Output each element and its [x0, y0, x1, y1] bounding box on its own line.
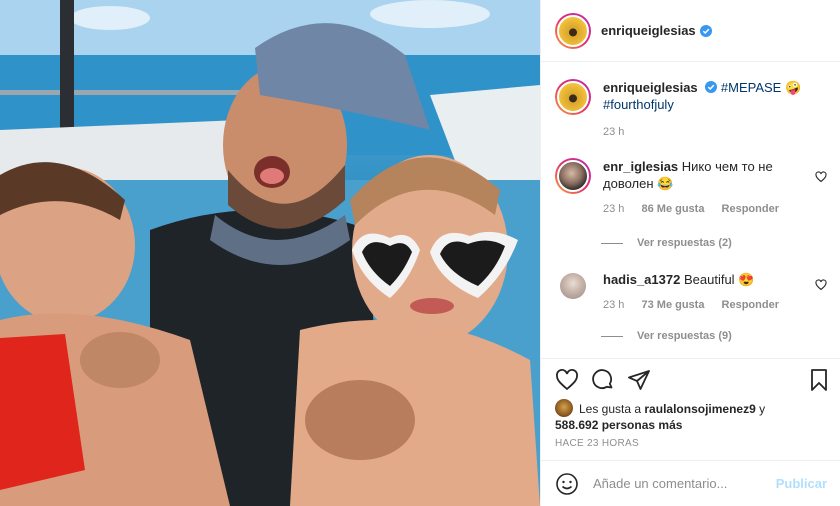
- post-header: enriqueiglesias: [541, 0, 840, 62]
- comment-like-heart-icon[interactable]: [815, 279, 827, 291]
- comment-text: Beautiful 😍: [683, 272, 755, 287]
- save-bookmark-icon[interactable]: [807, 368, 831, 392]
- comment-meta: 23 h 86 Me gusta Responder: [603, 201, 803, 218]
- author-avatar-ring[interactable]: [555, 12, 591, 49]
- emoji-smiley-icon[interactable]: [555, 472, 579, 496]
- likes-summary: Les gusta a raulalonsojimenez9 y 588.692…: [555, 399, 835, 433]
- caption-meta: 23 h: [603, 124, 801, 141]
- comment-input[interactable]: [593, 476, 776, 491]
- photo-illustration: [0, 0, 540, 506]
- view-replies-button[interactable]: Ver respuestas (2): [601, 237, 732, 249]
- boat-rail: [0, 90, 260, 95]
- caption-avatar[interactable]: [557, 81, 589, 113]
- likes-prefix: Les gusta a: [579, 402, 642, 416]
- comments-section: enriqueiglesias #MEPASE 🤪 #fourthofjuly …: [541, 63, 840, 356]
- comment-username[interactable]: hadis_a1372: [603, 272, 680, 287]
- post-timestamp[interactable]: HACE 23 HORAS: [555, 438, 639, 449]
- comment-composer: Publicar: [541, 460, 840, 506]
- comment-username[interactable]: enr_iglesias: [603, 159, 678, 174]
- comment-likes[interactable]: 73 Me gusta: [641, 299, 704, 311]
- comment-time[interactable]: 23 h: [603, 299, 624, 311]
- author-username[interactable]: enriqueiglesias: [601, 23, 696, 38]
- cloud: [70, 6, 150, 30]
- post-side-panel: enriqueiglesias enriqueiglesias #MEPASE …: [540, 0, 840, 506]
- comment-like-heart-icon[interactable]: [815, 171, 827, 183]
- reply-button[interactable]: Responder: [722, 203, 779, 215]
- caption-username[interactable]: enriqueiglesias: [603, 80, 698, 95]
- share-paper-plane-icon[interactable]: [627, 368, 651, 392]
- comment-body: hadis_a1372 Beautiful 😍 23 h 73 Me gusta…: [603, 271, 803, 314]
- replies-divider: [601, 335, 623, 337]
- man-tongue: [260, 168, 284, 184]
- man-hand: [305, 380, 415, 460]
- comment-bubble-icon[interactable]: [591, 368, 615, 392]
- liker-avatar[interactable]: [555, 399, 573, 417]
- caption-time[interactable]: 23 h: [603, 126, 624, 138]
- liker-username[interactable]: raulalonsojimenez9: [644, 402, 755, 416]
- comment-meta: 23 h 73 Me gusta Responder: [603, 297, 803, 314]
- hadis-avatar-image: [560, 273, 586, 299]
- hashtag-fourthofjuly[interactable]: #fourthofjuly: [603, 96, 801, 113]
- instagram-post: enriqueiglesias enriqueiglesias #MEPASE …: [0, 0, 840, 506]
- caption-body: enriqueiglesias #MEPASE 🤪 #fourthofjuly …: [603, 79, 801, 141]
- publish-button[interactable]: Publicar: [776, 476, 827, 491]
- boat-pole: [60, 0, 74, 130]
- comment-avatar-ring[interactable]: [555, 158, 591, 194]
- view-replies-label[interactable]: Ver respuestas (2): [637, 237, 732, 249]
- action-bar: [541, 358, 840, 400]
- verified-badge-icon: [705, 81, 718, 93]
- reply-button[interactable]: Responder: [722, 299, 779, 311]
- right-child-smile: [410, 298, 454, 314]
- comment-item: enr_iglesias Нико чем то не доволен 😂 23…: [555, 158, 827, 218]
- verified-badge-icon: [699, 24, 712, 37]
- man-hand-left: [80, 332, 160, 388]
- post-photo[interactable]: [0, 0, 540, 506]
- caption-avatar-ring[interactable]: [555, 79, 591, 115]
- comment-avatar[interactable]: [557, 160, 589, 192]
- caption: enriqueiglesias #MEPASE 🤪 #fourthofjuly …: [555, 79, 827, 141]
- view-replies-button[interactable]: Ver respuestas (9): [601, 330, 732, 342]
- comment-item: hadis_a1372 Beautiful 😍 23 h 73 Me gusta…: [555, 271, 827, 314]
- comment-avatar[interactable]: [558, 271, 588, 301]
- likes-count[interactable]: 588.692 personas más: [555, 418, 682, 432]
- cloud: [370, 0, 490, 28]
- comment-time[interactable]: 23 h: [603, 203, 624, 215]
- zany-face-emoji: 🤪: [784, 80, 802, 95]
- like-heart-icon[interactable]: [555, 368, 579, 392]
- view-replies-label[interactable]: Ver respuestas (9): [637, 330, 732, 342]
- comment-body: enr_iglesias Нико чем то не доволен 😂 23…: [603, 158, 803, 218]
- likes-connector: y: [759, 402, 766, 416]
- comment-likes[interactable]: 86 Me gusta: [641, 203, 704, 215]
- author-avatar[interactable]: [557, 14, 589, 47]
- hashtag-mepase[interactable]: #MEPASE: [721, 80, 781, 95]
- replies-divider: [601, 242, 623, 244]
